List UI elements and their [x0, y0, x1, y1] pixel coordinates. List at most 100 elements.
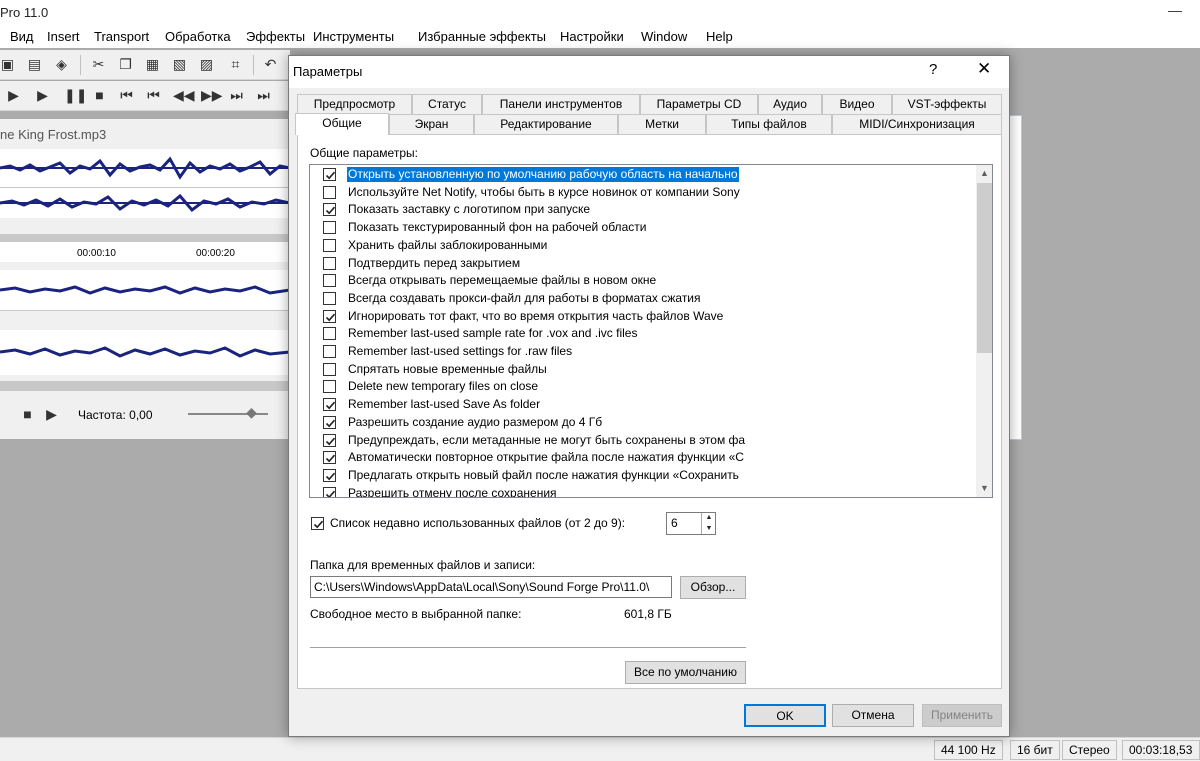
option-row[interactable]: Remember last-used settings for .raw fil… — [310, 343, 748, 361]
go-to-start-icon[interactable]: ⏮ — [119, 88, 134, 103]
paste-icon[interactable]: ▦ — [145, 57, 160, 72]
option-checkbox-checked[interactable] — [323, 468, 336, 482]
menu-tools[interactable]: Инструменты — [313, 29, 394, 44]
option-checkbox-checked[interactable] — [323, 415, 336, 429]
option-row[interactable]: Используйте Net Notify, чтобы быть в кур… — [310, 184, 748, 202]
minimize-icon[interactable]: — — [1168, 2, 1182, 18]
recent-files-checkbox[interactable] — [311, 517, 324, 530]
waveform-overview-1[interactable] — [0, 270, 291, 310]
option-checkbox[interactable] — [323, 274, 336, 288]
tab-file-types[interactable]: Типы файлов — [706, 114, 832, 134]
ok-button[interactable]: OK — [744, 704, 826, 727]
option-row[interactable]: Всегда создавать прокси-файл для работы … — [310, 290, 748, 308]
dialog-titlebar[interactable]: Параметры ? ✕ — [289, 56, 1009, 88]
scroll-up-icon[interactable]: ▲ — [976, 165, 992, 182]
option-checkbox-checked[interactable] — [323, 486, 336, 497]
option-checkbox[interactable] — [323, 256, 336, 270]
tab-markers[interactable]: Метки — [618, 114, 706, 134]
option-checkbox[interactable] — [323, 291, 336, 305]
scroll-down-icon[interactable]: ▼ — [976, 480, 992, 497]
option-row[interactable]: Открыть установленную по умолчанию рабоч… — [310, 166, 748, 184]
save-all-icon[interactable]: ▤ — [27, 57, 42, 72]
menu-effects[interactable]: Эффекты — [246, 29, 305, 44]
menu-view[interactable]: Вид — [10, 29, 34, 44]
restore-defaults-button[interactable]: Все по умолчанию — [625, 661, 746, 684]
tab-status[interactable]: Статус — [412, 94, 482, 114]
tab-audio[interactable]: Аудио — [758, 94, 822, 114]
stepper-up-icon[interactable]: ▲ — [702, 513, 716, 523]
option-checkbox[interactable] — [323, 185, 336, 199]
tab-midi-sync[interactable]: MIDI/Синхронизация — [832, 114, 1002, 134]
tab-video[interactable]: Видео — [822, 94, 892, 114]
undo-icon[interactable]: ↶ — [263, 57, 278, 72]
crop-icon[interactable]: ⌗ — [228, 57, 243, 72]
record-play-icon[interactable]: ▶ — [6, 88, 21, 103]
tab-vst-effects[interactable]: VST-эффекты — [892, 94, 1002, 114]
option-row[interactable]: Спрятать новые временные файлы — [310, 361, 748, 379]
stop-icon[interactable]: ■ — [92, 88, 107, 103]
horizontal-scrollbar[interactable] — [0, 381, 290, 391]
tab-cd-settings[interactable]: Параметры CD — [640, 94, 758, 114]
option-checkbox-checked[interactable] — [323, 398, 336, 412]
play-icon[interactable]: ▶ — [44, 407, 59, 422]
waveform-channel-left[interactable] — [0, 149, 291, 187]
tab-display[interactable]: Экран — [389, 114, 474, 134]
next-icon[interactable]: ⏭ — [229, 88, 244, 103]
option-row[interactable]: Remember last-used Save As folder — [310, 396, 748, 414]
mix-paste-icon[interactable]: ▨ — [199, 57, 214, 72]
option-row[interactable]: Предлагать открыть новый файл после нажа… — [310, 467, 748, 485]
go-to-end-icon[interactable]: ⏭ — [256, 88, 271, 103]
menu-insert[interactable]: Insert — [47, 29, 80, 44]
menu-help[interactable]: Help — [706, 29, 733, 44]
menu-process[interactable]: Обработка — [165, 29, 231, 44]
menu-window[interactable]: Window — [641, 29, 687, 44]
help-icon[interactable]: ? — [929, 61, 937, 78]
rewind-icon[interactable]: ◀◀ — [173, 88, 195, 103]
time-ruler[interactable]: 00:00:10 00:00:20 — [0, 234, 290, 262]
option-row[interactable]: Автоматически повторное открытие файла п… — [310, 449, 748, 467]
option-row[interactable]: Remember last-used sample rate for .vox … — [310, 325, 748, 343]
pause-icon[interactable]: ❚❚ — [64, 88, 87, 103]
option-checkbox[interactable] — [323, 380, 336, 394]
fast-forward-icon[interactable]: ▶▶ — [201, 88, 223, 103]
render-icon[interactable]: ◈ — [54, 57, 69, 72]
options-scrollbar[interactable]: ▲ ▼ — [976, 165, 992, 497]
option-row[interactable]: Показать заставку с логотипом при запуск… — [310, 201, 748, 219]
waveform-overview-2[interactable] — [0, 330, 291, 375]
tab-editing[interactable]: Редактирование — [474, 114, 618, 134]
waveform-channel-right[interactable] — [0, 188, 291, 218]
option-checkbox-checked[interactable] — [323, 309, 336, 323]
temp-folder-input[interactable] — [310, 576, 672, 598]
tab-preview[interactable]: Предпросмотр — [297, 94, 412, 114]
option-row[interactable]: Подтвердить перед закрытием — [310, 255, 748, 273]
apply-button[interactable]: Применить — [922, 704, 1002, 727]
option-row[interactable]: Хранить файлы заблокированными — [310, 237, 748, 255]
recent-files-stepper[interactable]: 6 ▲ ▼ — [666, 512, 716, 535]
slider-thumb-icon[interactable]: ◆ — [244, 405, 259, 420]
option-checkbox[interactable] — [323, 327, 336, 341]
menu-transport[interactable]: Transport — [94, 29, 149, 44]
option-checkbox-checked[interactable] — [323, 168, 336, 181]
previous-icon[interactable]: ⏮ — [146, 88, 161, 103]
recent-files-value[interactable]: 6 — [671, 516, 678, 530]
menu-settings[interactable]: Настройки — [560, 29, 624, 44]
cut-icon[interactable]: ✂ — [91, 57, 106, 72]
option-checkbox-checked[interactable] — [323, 203, 336, 217]
option-checkbox-checked[interactable] — [323, 433, 336, 447]
browse-button[interactable]: Обзор... — [680, 576, 746, 599]
save-icon[interactable]: ▣ — [0, 57, 15, 72]
option-row[interactable]: Всегда открывать перемещаемые файлы в но… — [310, 272, 748, 290]
option-row[interactable]: Разрешить создание аудио размером до 4 Г… — [310, 414, 748, 432]
menu-favorites[interactable]: Избранные эффекты — [418, 29, 546, 44]
stop-icon[interactable]: ■ — [20, 407, 35, 422]
option-row[interactable]: Предупреждать, если метаданные не могут … — [310, 432, 748, 450]
stepper-down-icon[interactable]: ▼ — [702, 524, 716, 534]
option-row[interactable]: Показать текстурированный фон на рабочей… — [310, 219, 748, 237]
option-checkbox[interactable] — [323, 221, 336, 235]
option-row[interactable]: Разрешить отмену после сохранения — [310, 485, 748, 497]
play-icon[interactable]: ▶ — [35, 88, 50, 103]
scroll-thumb[interactable] — [977, 183, 992, 353]
cancel-button[interactable]: Отмена — [832, 704, 914, 727]
close-icon[interactable]: ✕ — [977, 59, 991, 79]
option-checkbox-checked[interactable] — [323, 451, 336, 465]
